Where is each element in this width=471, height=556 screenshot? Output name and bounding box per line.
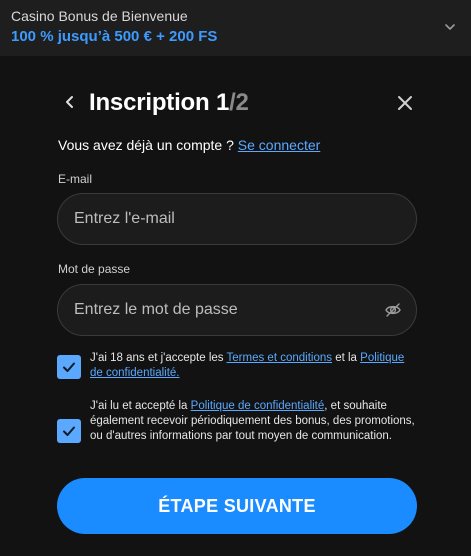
eye-off-icon[interactable]	[384, 301, 402, 319]
checkmark-icon	[63, 426, 75, 436]
checkmark-icon	[63, 362, 75, 372]
terms-link[interactable]: Termes et conditions	[227, 352, 332, 364]
login-prompt: Vous avez déjà un compte ? Se connecter	[58, 137, 320, 153]
bonus-offer: 100 % jusqu’à 500 € + 200 FS	[11, 28, 218, 45]
marketing-consent-text: J'ai lu et accepté la Politique de confi…	[90, 399, 415, 444]
password-label: Mot de passe	[58, 262, 131, 276]
terms-text-1: J'ai 18 ans et j'accepte les	[90, 352, 224, 364]
password-input[interactable]	[74, 285, 374, 335]
terms-checkbox[interactable]	[57, 355, 81, 379]
back-chevron-icon[interactable]	[62, 92, 78, 112]
next-step-button[interactable]: ÉTAPE SUIVANTE	[57, 478, 417, 534]
terms-text-2: et la	[335, 352, 357, 364]
marketing-privacy-link[interactable]: Politique de confidentialité	[191, 400, 325, 412]
title-main: Inscription 1	[89, 89, 230, 116]
terms-consent-text: J'ai 18 ans et j'accepte les Termes et c…	[90, 351, 415, 381]
bonus-title: Casino Bonus de Bienvenue	[11, 8, 188, 24]
password-field[interactable]	[57, 284, 417, 336]
marketing-checkbox[interactable]	[57, 419, 81, 443]
bonus-banner[interactable]: Casino Bonus de Bienvenue 100 % jusqu’à …	[0, 0, 471, 56]
email-input[interactable]	[74, 194, 374, 244]
title-step-total: /2	[229, 89, 249, 116]
page-title: Inscription 1/2	[89, 89, 249, 117]
chevron-down-icon[interactable]	[443, 20, 457, 34]
login-link[interactable]: Se connecter	[238, 137, 321, 153]
email-label: E-mail	[58, 172, 93, 186]
marketing-text-1: J'ai lu et accepté la	[90, 400, 188, 412]
close-icon[interactable]	[394, 92, 416, 114]
email-field[interactable]	[57, 193, 417, 245]
login-prompt-text: Vous avez déjà un compte ?	[58, 137, 234, 153]
